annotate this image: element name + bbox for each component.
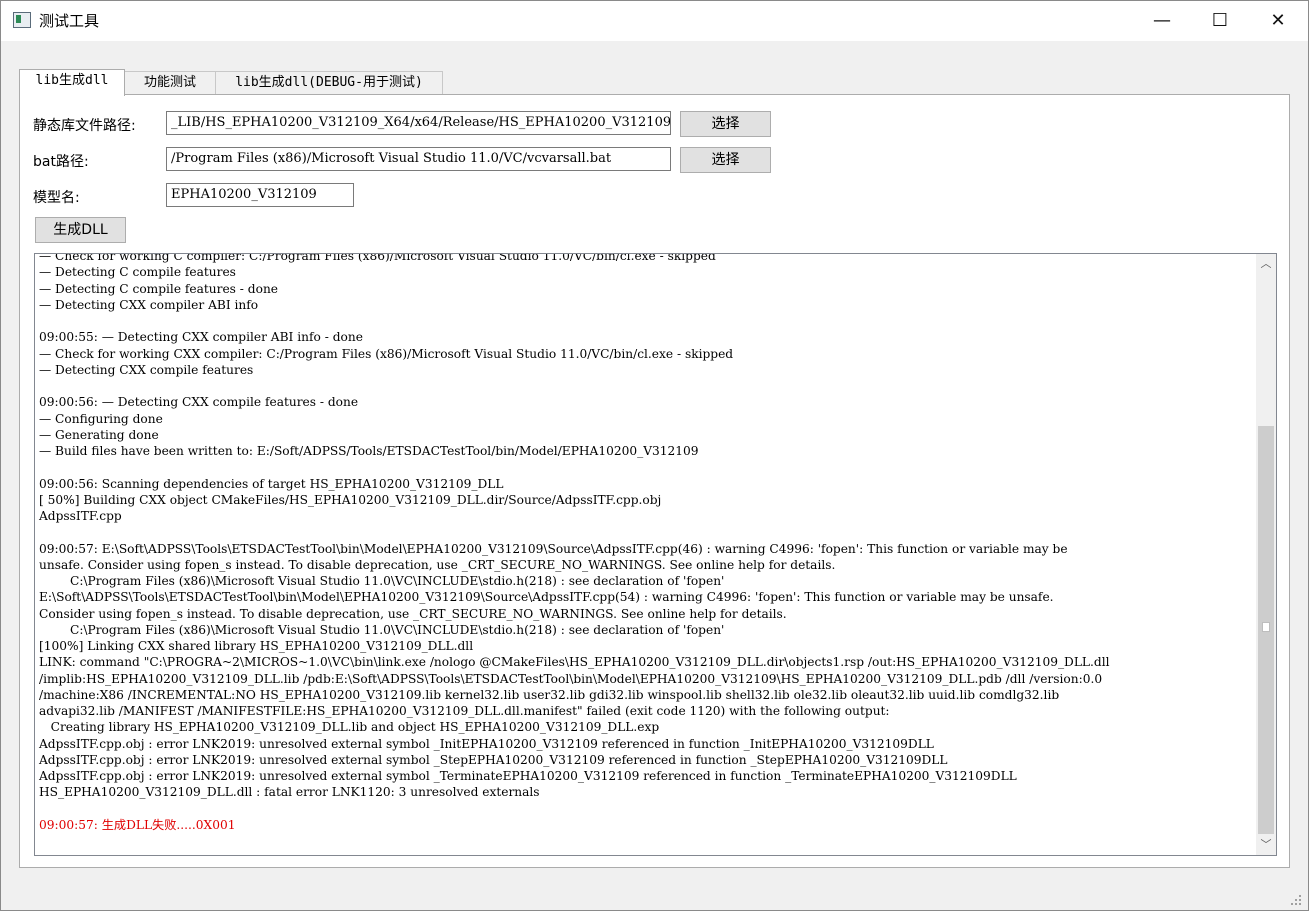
log-line: — Detecting C compile features - done [39,281,279,296]
select-lib-button[interactable]: 选择 [680,111,771,137]
log-line: AdpssITF.cpp.obj : error LNK2019: unreso… [39,736,934,751]
log-line: — Detecting C compile features [39,265,236,280]
tab-lib-to-dll-debug[interactable]: lib生成dll(DEBUG-用于测试) [215,71,443,94]
log-line: LINK: command "C:\PROGRA~2\MICROS~1.0\VC… [39,655,1110,670]
chevron-down-icon[interactable]: ﹀ [1256,835,1276,855]
log-line: — Build files have been written to: E:/S… [39,444,699,458]
log-line: /implib:HS_EPHA10200_V312109_DLL.lib /pd… [39,671,1103,686]
main-window: 测试工具 — ☐ ✕ lib生成dll 功能测试 lib生成dll(DEBUG-… [0,0,1309,911]
bat-path-input[interactable]: /Program Files (x86)/Microsoft Visual St… [166,147,671,171]
log-line: C:\Program Files (x86)\Microsoft Visual … [39,574,725,588]
vertical-scrollbar[interactable]: ︿ ﹀ [1256,254,1276,855]
log-line: Consider using fopen_s instead. To disab… [39,606,787,621]
bat-path-label: bat路径: [33,154,89,170]
model-name-input[interactable]: EPHA10200_V312109 [166,183,354,207]
generate-dll-button[interactable]: 生成DLL [35,217,126,243]
tab-lib-to-dll[interactable]: lib生成dll [19,69,125,96]
log-line: AdpssITF.cpp [39,509,122,523]
log-content: — Check for working C compiler: C:/Progr… [39,253,1254,833]
lib-path-label: 静态库文件路径: [33,118,136,134]
close-button[interactable]: ✕ [1249,1,1307,41]
app-icon [13,12,31,28]
log-line: AdpssITF.cpp.obj : error LNK2019: unreso… [39,752,948,767]
window-title: 测试工具 [39,12,100,30]
log-line: — Check for working CXX compiler: C:/Pro… [39,346,734,361]
log-line: 09:00:57: E:\Soft\ADPSS\Tools\ETSDACTest… [39,541,1068,556]
scroll-thumb[interactable] [1258,426,1274,834]
log-line: /machine:X86 /INCREMENTAL:NO HS_EPHA1020… [39,687,1060,702]
log-line: [100%] Linking CXX shared library HS_EPH… [39,639,474,653]
maximize-button[interactable]: ☐ [1191,1,1249,41]
scroll-thumb-grip [1262,622,1270,632]
log-line: [ 50%] Building CXX object CMakeFiles/HS… [39,492,662,507]
log-line: Creating library HS_EPHA10200_V312109_DL… [39,720,660,735]
minimize-button[interactable]: — [1133,1,1191,41]
chevron-up-icon[interactable]: ︿ [1256,254,1276,274]
log-line: unsafe. Consider using fopen_s instead. … [39,557,836,572]
log-line: C:\Program Files (x86)\Microsoft Visual … [39,622,725,637]
tab-function-test[interactable]: 功能测试 [123,71,217,94]
title-bar[interactable]: 测试工具 — ☐ ✕ [1,1,1308,41]
select-bat-button[interactable]: 选择 [680,147,771,173]
lib-path-input[interactable]: _LIB/HS_EPHA10200_V312109_X64/x64/Releas… [166,111,671,135]
log-line: — Detecting CXX compiler ABI info [39,297,259,312]
log-line: HS_EPHA10200_V312109_DLL.dll : fatal err… [39,785,540,800]
log-output[interactable]: — Check for working C compiler: C:/Progr… [34,253,1277,856]
resize-grip-icon[interactable] [1290,894,1302,906]
log-line: 09:00:56: — Detecting CXX compile featur… [39,395,359,410]
log-line: — Configuring done [39,411,163,426]
log-line: E:\Soft\ADPSS\Tools\ETSDACTestTool\bin\M… [39,590,1054,605]
log-line: AdpssITF.cpp.obj : error LNK2019: unreso… [39,769,1017,783]
log-line: 09:00:56: Scanning dependencies of targe… [39,476,504,491]
log-line: — Detecting CXX compile features [39,362,254,377]
log-line: — Generating done [39,427,159,442]
log-line: 09:00:55: — Detecting CXX compiler ABI i… [39,330,363,345]
log-line: advapi32.lib /MANIFEST /MANIFESTFILE:HS_… [39,704,890,718]
model-name-label: 模型名: [33,190,80,206]
log-error-line: 09:00:57: 生成DLL失败.....0X001 [39,817,236,832]
log-line: — Check for working C compiler: C:/Progr… [39,253,716,263]
